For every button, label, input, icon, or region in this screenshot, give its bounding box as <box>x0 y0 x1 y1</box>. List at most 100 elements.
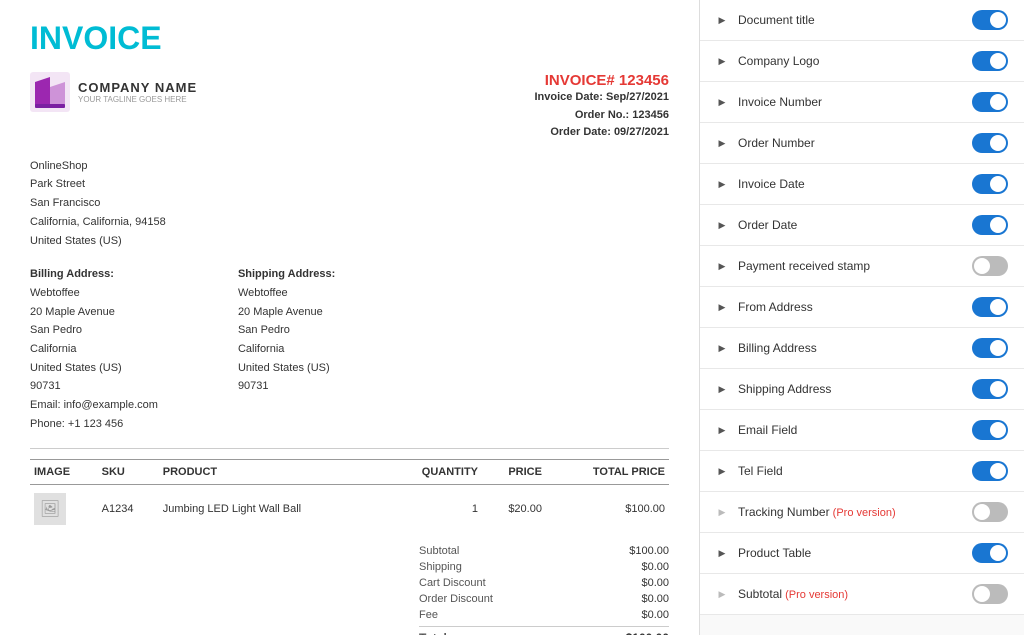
col-price: PRICE <box>482 460 546 485</box>
toggle-tel-field[interactable] <box>972 461 1008 481</box>
subtotal-row: Subtotal $100.00 <box>419 543 669 559</box>
settings-item-label: Billing Address <box>738 341 962 355</box>
order-date-value: 09/27/2021 <box>614 126 669 138</box>
table-row: 🖼 A1234 Jumbing LED Light Wall Ball 1 $2… <box>30 485 669 534</box>
billing-address: Billing Address: Webtoffee 20 Maple Aven… <box>30 265 158 433</box>
shipping-line5: 90731 <box>238 377 335 396</box>
chevron-icon: ▶ <box>716 55 728 67</box>
billing-title: Billing Address: <box>30 268 114 280</box>
order-no-label: Order No.: <box>575 109 629 121</box>
chevron-icon: ▶ <box>716 96 728 108</box>
table-header: IMAGE SKU PRODUCT QUANTITY PRICE TOTAL P… <box>30 460 669 485</box>
cell-product: Jumbing LED Light Wall Ball <box>159 485 384 534</box>
col-image: IMAGE <box>30 460 98 485</box>
pro-badge: (Pro version) <box>830 507 896 519</box>
shipping-title: Shipping Address: <box>238 268 335 280</box>
toggle-product-table[interactable] <box>972 543 1008 563</box>
shipping-line1: 20 Maple Avenue <box>238 303 335 322</box>
billing-line5: 90731 <box>30 377 158 396</box>
cart-discount-label: Cart Discount <box>419 577 486 589</box>
cell-image: 🖼 <box>30 485 98 534</box>
settings-item-order-number[interactable]: ▶Order Number <box>700 123 1024 164</box>
cell-quantity: 1 <box>383 485 482 534</box>
settings-item-product-table[interactable]: ▶Product Table <box>700 533 1024 574</box>
settings-item-label: Shipping Address <box>738 382 962 396</box>
order-discount-value: $0.00 <box>641 593 669 605</box>
billing-line3: California <box>30 340 158 359</box>
chevron-icon: ▶ <box>716 178 728 190</box>
settings-item-label: Product Table <box>738 546 962 560</box>
invoice-number-block: INVOICE# 123456 Invoice Date: Sep/27/202… <box>534 72 669 142</box>
invoice-date-row: Invoice Date: Sep/27/2021 <box>534 89 669 107</box>
settings-item-payment-received-stamp[interactable]: ▶ Payment received stamp <box>700 246 1024 287</box>
settings-item-email-field[interactable]: ▶Email Field <box>700 410 1024 451</box>
chevron-icon: ▶ <box>716 506 728 518</box>
cell-sku: A1234 <box>98 485 159 534</box>
toggle-order-number[interactable] <box>972 133 1008 153</box>
cart-discount-row: Cart Discount $0.00 <box>419 575 669 591</box>
total-row: Total $100.00 <box>419 626 669 635</box>
settings-item-invoice-number[interactable]: ▶Invoice Number <box>700 82 1024 123</box>
chevron-icon: ▶ <box>716 14 728 26</box>
toggle-invoice-date[interactable] <box>972 174 1008 194</box>
from-line2: Park Street <box>30 175 669 194</box>
subtotal-value: $100.00 <box>629 545 669 557</box>
chevron-icon: ▶ <box>716 137 728 149</box>
shipping-address: Shipping Address: Webtoffee 20 Maple Ave… <box>238 265 335 433</box>
settings-item-label: From Address <box>738 300 962 314</box>
fee-row: Fee $0.00 <box>419 607 669 623</box>
settings-item-invoice-date[interactable]: ▶Invoice Date <box>700 164 1024 205</box>
logo-icon-svg <box>30 72 70 112</box>
invoice-title: INVOICE <box>30 20 669 57</box>
shipping-label: Shipping <box>419 561 462 573</box>
settings-item-subtotal[interactable]: ▶ Subtotal (Pro version) <box>700 574 1024 615</box>
toggle-shipping-address[interactable] <box>972 379 1008 399</box>
order-no-value: 123456 <box>632 109 669 121</box>
settings-item-document-title[interactable]: ▶Document title <box>700 0 1024 41</box>
fee-value: $0.00 <box>641 609 669 621</box>
toggle-tracking-number[interactable] <box>972 502 1008 522</box>
settings-item-from-address[interactable]: ▶ From Address <box>700 287 1024 328</box>
col-total: TOTAL PRICE <box>546 460 669 485</box>
chevron-icon: ▶ <box>716 260 728 272</box>
toggle-company-logo[interactable] <box>972 51 1008 71</box>
order-date-row: Order Date: 09/27/2021 <box>534 124 669 142</box>
settings-item-tel-field[interactable]: ▶Tel Field <box>700 451 1024 492</box>
settings-item-label: Subtotal (Pro version) <box>738 587 962 601</box>
from-line5: United States (US) <box>30 232 669 251</box>
toggle-email-field[interactable] <box>972 420 1008 440</box>
settings-item-order-date[interactable]: ▶Order Date <box>700 205 1024 246</box>
settings-item-company-logo[interactable]: ▶ Company Logo <box>700 41 1024 82</box>
from-line1: OnlineShop <box>30 157 669 176</box>
cell-total: $100.00 <box>546 485 669 534</box>
company-name-block: COMPANY NAME YOUR TAGLINE GOES HERE <box>78 80 197 104</box>
chevron-icon: ▶ <box>716 342 728 354</box>
invoice-date-label: Invoice Date: <box>534 91 602 103</box>
toggle-order-date[interactable] <box>972 215 1008 235</box>
from-line3: San Francisco <box>30 194 669 213</box>
toggle-invoice-number[interactable] <box>972 92 1008 112</box>
invoice-panel: INVOICE COMPANY NAME YOUR TAGLINE GOES H… <box>0 0 700 635</box>
toggle-billing-address[interactable] <box>972 338 1008 358</box>
billing-line2: San Pedro <box>30 321 158 340</box>
settings-item-tracking-number[interactable]: ▶ Tracking Number (Pro version) <box>700 492 1024 533</box>
settings-item-label: Tracking Number (Pro version) <box>738 505 962 519</box>
chevron-icon: ▶ <box>716 424 728 436</box>
shipping-value: $0.00 <box>641 561 669 573</box>
toggle-document-title[interactable] <box>972 10 1008 30</box>
chevron-icon: ▶ <box>716 301 728 313</box>
toggle-subtotal[interactable] <box>972 584 1008 604</box>
product-image-placeholder: 🖼 <box>34 493 66 525</box>
company-tagline: YOUR TAGLINE GOES HERE <box>78 95 197 104</box>
toggle-from-address[interactable] <box>972 297 1008 317</box>
settings-item-label: Payment received stamp <box>738 259 962 273</box>
fee-label: Fee <box>419 609 438 621</box>
company-name: COMPANY NAME <box>78 80 197 95</box>
shipping-line2: San Pedro <box>238 321 335 340</box>
settings-item-shipping-address[interactable]: ▶Shipping Address <box>700 369 1024 410</box>
toggle-payment-received-stamp[interactable] <box>972 256 1008 276</box>
chevron-icon: ▶ <box>716 588 728 600</box>
settings-item-label: Company Logo <box>738 54 962 68</box>
settings-item-billing-address[interactable]: ▶ Billing Address <box>700 328 1024 369</box>
total-label: Total <box>419 631 447 635</box>
